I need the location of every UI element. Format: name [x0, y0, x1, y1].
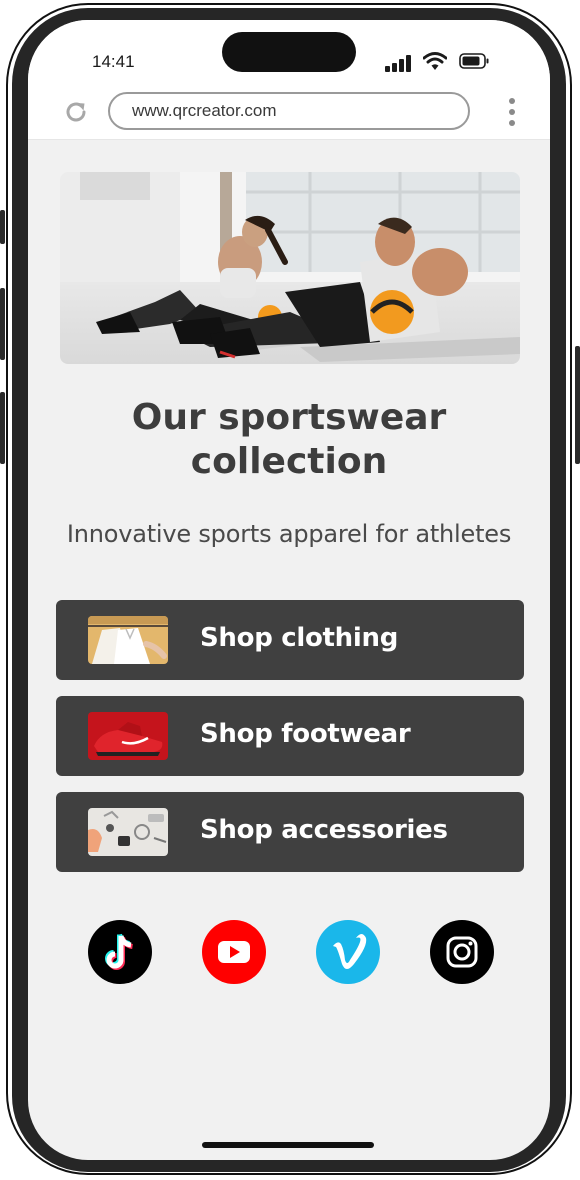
footwear-thumbnail: [88, 712, 168, 760]
youtube-icon[interactable]: [202, 920, 266, 984]
clothing-thumbnail: [88, 616, 168, 664]
volume-up-button: [0, 288, 5, 360]
volume-down-button: [0, 392, 5, 464]
status-bar: 14:41: [28, 20, 550, 84]
shop-accessories-label: Shop accessories: [200, 815, 448, 845]
action-button: [0, 210, 5, 244]
cellular-signal-icon: [385, 54, 413, 72]
battery-icon: [459, 53, 489, 69]
shop-accessories-button[interactable]: Shop accessories: [56, 792, 524, 872]
page-title: Our sportswear collection: [48, 396, 530, 484]
page-title-line2: collection: [190, 441, 388, 482]
shop-footwear-button[interactable]: Shop footwear: [56, 696, 524, 776]
sportswear-hero-photo: [60, 172, 520, 364]
power-button: [575, 346, 580, 464]
accessories-thumbnail: [88, 808, 168, 856]
browser-address-bar: www.qrcreator.com: [28, 84, 550, 140]
page-title-line1: Our sportswear: [131, 397, 447, 438]
shop-clothing-button[interactable]: Shop clothing: [56, 600, 524, 680]
hero-image: [60, 172, 520, 364]
url-field[interactable]: www.qrcreator.com: [108, 92, 470, 130]
reload-icon[interactable]: [62, 98, 90, 126]
wifi-icon: [423, 52, 447, 70]
status-time: 14:41: [92, 52, 135, 71]
vimeo-icon[interactable]: [316, 920, 380, 984]
tiktok-icon[interactable]: [88, 920, 152, 984]
home-indicator[interactable]: [202, 1142, 374, 1148]
phone-screen: 14:41 www.qrcreator.com Our sportswear c…: [28, 20, 550, 1160]
instagram-icon[interactable]: [430, 920, 494, 984]
page-subtitle: Innovative sports apparel for athletes: [66, 520, 512, 548]
shop-clothing-label: Shop clothing: [200, 623, 399, 653]
kebab-menu-icon[interactable]: [506, 98, 518, 126]
shop-footwear-label: Shop footwear: [200, 719, 411, 749]
dynamic-island: [222, 32, 356, 72]
